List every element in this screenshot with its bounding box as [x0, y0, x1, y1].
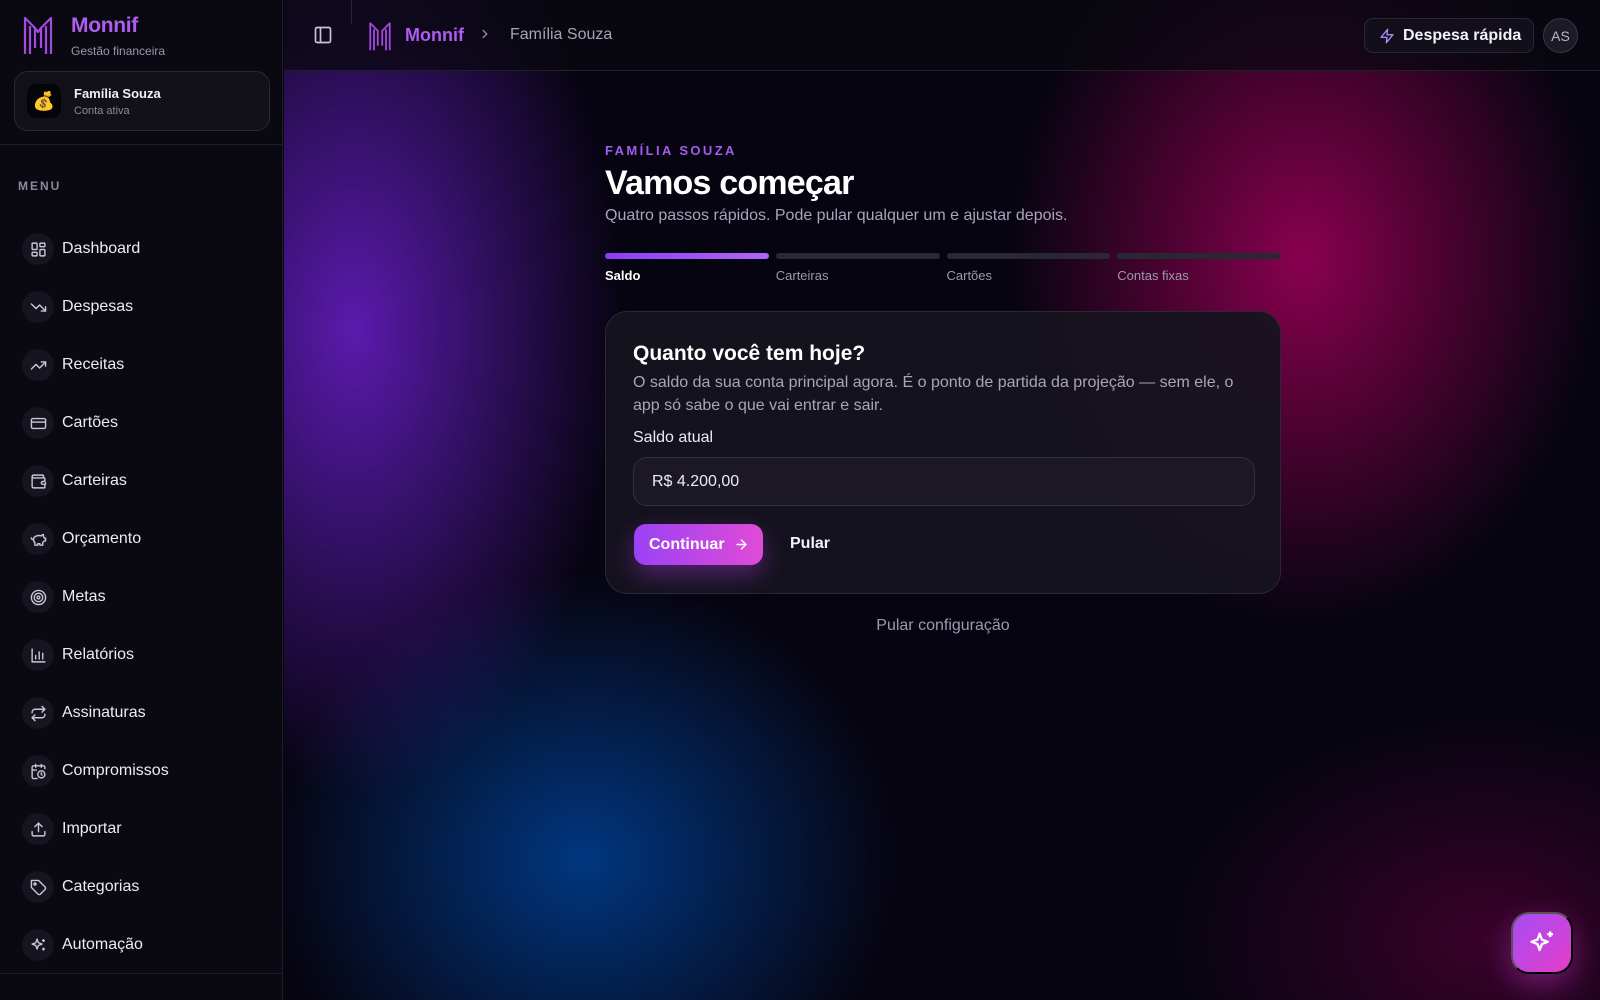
- breadcrumb-brand[interactable]: Monnif: [405, 25, 464, 46]
- user-avatar[interactable]: AS: [1543, 18, 1578, 53]
- step-cartoes: Cartões: [946, 253, 1111, 283]
- card-description: O saldo da sua conta principal agora. É …: [633, 374, 1234, 414]
- money-bag-icon: 💰: [27, 84, 61, 118]
- account-name: Família Souza: [74, 85, 161, 101]
- sidebar-item-label: Despesas: [62, 298, 134, 315]
- sidebar-item-compromissos[interactable]: Compromissos: [22, 742, 262, 800]
- sidebar-item-label: Carteiras: [62, 472, 127, 489]
- target-icon: [22, 581, 54, 613]
- brand[interactable]: Monnif Gestão financeira: [22, 14, 165, 58]
- page-title: Vamos começar: [605, 164, 854, 202]
- piggy-bank-icon: [22, 523, 54, 555]
- sidebar-item-importar[interactable]: Importar: [22, 800, 262, 858]
- step-progress-bar: [605, 253, 769, 259]
- main-content: Monnif Família Souza Despesa rápida AS F…: [284, 0, 1600, 1000]
- sidebar-item-receitas[interactable]: Receitas: [22, 336, 262, 394]
- step-saldo: Saldo: [605, 253, 769, 283]
- sidebar-item-label: Metas: [62, 588, 106, 605]
- sidebar-item-label: Categorias: [62, 878, 140, 895]
- step-label: Contas fixas: [1117, 268, 1189, 283]
- sparkles-icon: [1530, 931, 1554, 952]
- sidebar-item-cartoes[interactable]: Cartões: [22, 394, 262, 452]
- step-contas-fixas: Contas fixas: [1117, 253, 1281, 283]
- grid-icon: [22, 233, 54, 265]
- brand-subtitle: Gestão financeira: [71, 44, 166, 58]
- step-label: Carteiras: [775, 268, 829, 283]
- sidebar-item-dashboard[interactable]: Dashboard: [22, 220, 262, 278]
- sidebar-item-assinaturas[interactable]: Assinaturas: [22, 684, 262, 742]
- sidebar-item-categorias[interactable]: Categorias: [22, 858, 262, 916]
- sidebar-item-carteiras[interactable]: Carteiras: [22, 452, 262, 510]
- wallet-icon: [22, 465, 54, 497]
- sidebar-item-orcamento[interactable]: Orçamento: [22, 510, 262, 568]
- balance-input[interactable]: [633, 457, 1255, 506]
- sidebar-item-label: Importar: [62, 820, 122, 837]
- tag-icon: [22, 871, 54, 903]
- sidebar-item-label: Cartões: [62, 414, 119, 431]
- sidebar-item-label: Dashboard: [62, 240, 141, 257]
- sidebar-toggle-icon[interactable]: [313, 25, 333, 45]
- sidebar-divider: [0, 144, 283, 145]
- balance-step-card: Quanto você tem hoje? O saldo da sua con…: [605, 311, 1281, 594]
- sidebar-item-despesas[interactable]: Despesas: [22, 278, 262, 336]
- breadcrumb-current: Família Souza: [510, 26, 613, 43]
- assistant-fab[interactable]: [1511, 912, 1573, 974]
- trending-up-icon: [22, 349, 54, 381]
- sidebar-item-label: Assinaturas: [62, 704, 146, 721]
- step-progress-bar: [775, 253, 940, 259]
- continue-button[interactable]: Continuar: [634, 524, 763, 565]
- trending-down-icon: [22, 291, 54, 323]
- zap-icon: [1380, 28, 1394, 43]
- brand-name: Monnif: [71, 14, 139, 37]
- chevron-right-icon: [482, 29, 488, 39]
- sparkles-icon: [22, 929, 54, 961]
- sidebar-item-label: Receitas: [62, 356, 125, 373]
- onboarding-eyebrow: FAMÍLIA SOUZA: [605, 143, 737, 158]
- page-subtitle: Quatro passos rápidos. Pode pular qualqu…: [605, 207, 1068, 224]
- monnif-logo-icon: [23, 16, 53, 54]
- sidebar-item-automacao[interactable]: Automação: [22, 916, 262, 974]
- calendar-clock-icon: [22, 755, 54, 787]
- sidebar-item-metas[interactable]: Metas: [22, 568, 262, 626]
- balance-field-label: Saldo atual: [633, 429, 714, 446]
- topbar-separator: [351, 0, 352, 24]
- sidebar-item-label: Orçamento: [62, 530, 142, 547]
- sidebar-item-label: Automação: [62, 936, 143, 953]
- credit-card-icon: [22, 407, 54, 439]
- menu-section-label: MENU: [18, 179, 62, 193]
- repeat-icon: [22, 697, 54, 729]
- skip-setup-link[interactable]: Pular configuração: [605, 617, 1281, 635]
- step-label: Saldo: [605, 268, 641, 283]
- step-progress-bar: [946, 253, 1111, 259]
- sidebar-divider: [0, 973, 283, 974]
- upload-icon: [22, 813, 54, 845]
- sidebar-item-label: Relatórios: [62, 646, 135, 663]
- topbar: Monnif Família Souza Despesa rápida AS: [284, 0, 1600, 71]
- skip-button[interactable]: Pular: [790, 535, 830, 553]
- quick-expense-button[interactable]: Despesa rápida: [1364, 18, 1534, 53]
- sidebar: Monnif Gestão financeira 💰 Família Souza…: [0, 0, 283, 1000]
- step-carteiras: Carteiras: [775, 253, 940, 283]
- arrow-right-icon: [735, 539, 747, 550]
- card-title: Quanto você tem hoje?: [633, 342, 866, 365]
- step-progress-bar: [1117, 253, 1281, 259]
- quick-expense-label: Despesa rápida: [1403, 26, 1522, 44]
- monnif-logo-icon: [369, 22, 391, 51]
- onboarding-steps: Saldo Carteiras Cartões Contas fixas: [605, 253, 1281, 283]
- account-switcher[interactable]: 💰 Família Souza Conta ativa: [14, 71, 270, 131]
- sidebar-item-label: Compromissos: [62, 762, 169, 779]
- sidebar-item-relatorios[interactable]: Relatórios: [22, 626, 262, 684]
- account-status: Conta ativa: [74, 104, 130, 117]
- step-label: Cartões: [946, 268, 993, 283]
- sidebar-nav: Dashboard Despesas Receitas Cartões Cart…: [22, 220, 262, 974]
- continue-label: Continuar: [649, 535, 725, 553]
- bar-chart-icon: [22, 639, 54, 671]
